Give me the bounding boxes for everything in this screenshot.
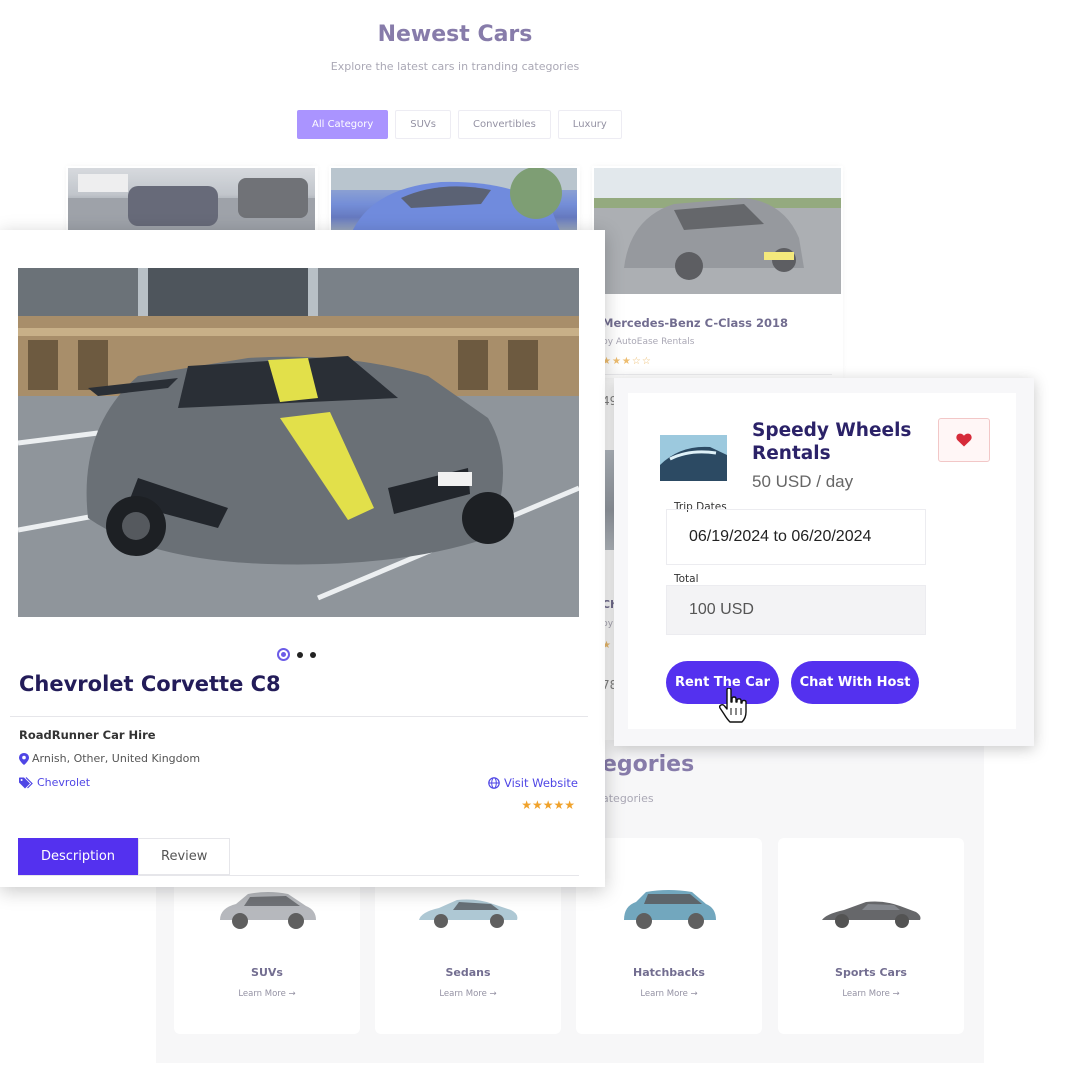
category-learn-more[interactable]: Learn More →: [778, 989, 964, 999]
categories-title: egories: [602, 752, 695, 777]
gallery-dot-2[interactable]: [297, 651, 303, 658]
location-text: Arnish, Other, United Kingdom: [32, 752, 201, 765]
gallery-dot-1[interactable]: [277, 648, 290, 661]
listing-photo-1: [68, 168, 315, 234]
suv-car-icon: [220, 892, 316, 929]
category-name: Hatchbacks: [633, 966, 705, 979]
divider: [10, 716, 588, 717]
category-name: Sedans: [445, 966, 491, 979]
category-card-sports-cars[interactable]: Sports Cars Learn More →: [778, 838, 964, 1034]
sedan-car-icon: [419, 899, 518, 928]
total-label: Total: [674, 573, 699, 585]
car-detail-card: Chevrolet Corvette C8 RoadRunner Car Hir…: [0, 230, 605, 887]
newest-cars-subtitle: Explore the latest cars in tranding cate…: [330, 60, 580, 73]
category-filters: All Category SUVs Convertibles Luxury: [297, 110, 622, 139]
tab-underline: [18, 875, 579, 876]
brand-tag[interactable]: Chevrolet: [19, 776, 90, 789]
booking-price: 50 USD / day: [752, 472, 854, 491]
filter-all-category[interactable]: All Category: [297, 110, 389, 139]
visit-website-link[interactable]: Visit Website: [488, 776, 578, 790]
category-learn-more[interactable]: Learn More →: [576, 989, 762, 999]
filter-luxury[interactable]: Luxury: [557, 110, 622, 139]
listing-card-1[interactable]: [66, 166, 318, 236]
listing-title-mercedes[interactable]: Mercedes-Benz C-Class 2018: [602, 316, 788, 330]
listing-photo-2: [331, 168, 577, 234]
listing-rating-mercedes: ★★★☆☆: [602, 356, 652, 367]
map-pin-icon: [19, 752, 29, 765]
brand-text[interactable]: Chevrolet: [37, 776, 90, 789]
favorite-button[interactable]: [938, 418, 990, 462]
location: Arnish, Other, United Kingdom: [19, 752, 200, 765]
listing-card-2[interactable]: [329, 166, 580, 236]
tab-description[interactable]: Description: [18, 838, 139, 875]
total-field: 100 USD: [666, 585, 926, 635]
chat-with-host-button[interactable]: Chat With Host: [791, 661, 919, 704]
booking-host-name: Speedy Wheels Rentals: [752, 420, 912, 464]
hatchback-car-icon: [624, 890, 716, 929]
booking-card: Speedy Wheels Rentals 50 USD / day Trip …: [614, 378, 1034, 746]
corvette-photo: [18, 268, 579, 617]
gallery-dots: [277, 648, 316, 661]
sports-car-icon: [822, 901, 921, 928]
filter-convertibles[interactable]: Convertibles: [457, 110, 551, 139]
host-thumbnail: [660, 435, 727, 481]
filter-suvs[interactable]: SUVs: [395, 110, 451, 139]
category-learn-more[interactable]: Learn More →: [375, 989, 561, 999]
car-hero-image[interactable]: [18, 268, 579, 617]
category-name: Sports Cars: [835, 966, 907, 979]
detail-tabs: Description Review: [18, 838, 231, 875]
tab-review[interactable]: Review: [138, 838, 231, 875]
hand-cursor-icon: [718, 688, 747, 723]
listing-photo-3: [594, 168, 841, 294]
host-name: RoadRunner Car Hire: [19, 728, 156, 742]
heart-icon: [956, 433, 972, 447]
gallery-dot-3[interactable]: [310, 651, 316, 658]
category-learn-more[interactable]: Learn More →: [174, 989, 360, 999]
booking-card-inner: Speedy Wheels Rentals 50 USD / day Trip …: [628, 393, 1016, 729]
car-title: Chevrolet Corvette C8: [19, 672, 281, 696]
categories-subtitle: ategories: [602, 792, 654, 805]
trip-dates-input[interactable]: 06/19/2024 to 06/20/2024: [666, 509, 926, 565]
category-name: SUVs: [251, 966, 283, 979]
tag-icon: [19, 776, 33, 788]
visit-website-text[interactable]: Visit Website: [504, 776, 578, 790]
newest-cars-title: Newest Cars: [377, 22, 533, 47]
listing-host-mercedes: by AutoEase Rentals: [602, 337, 695, 347]
rating-stars: ★★★★★: [521, 798, 575, 812]
globe-icon: [488, 777, 500, 789]
